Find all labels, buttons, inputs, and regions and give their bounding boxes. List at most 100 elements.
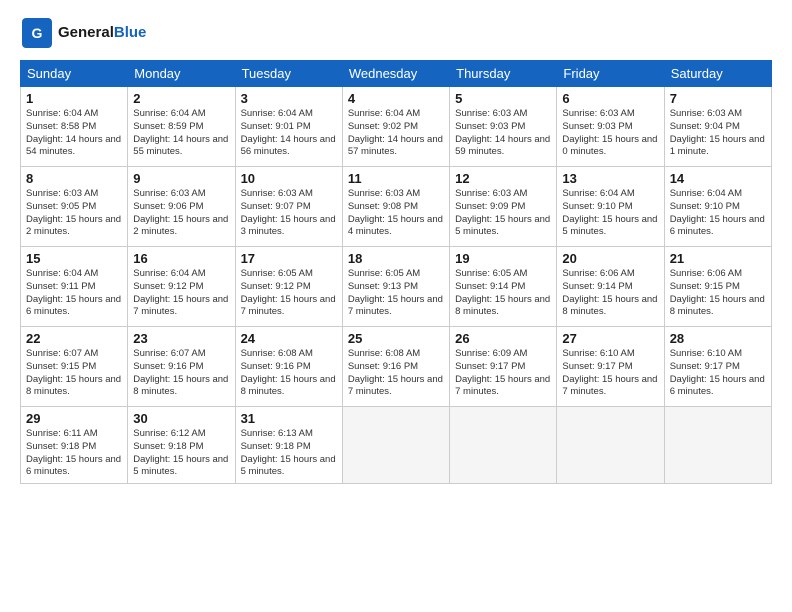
- calendar-cell: 20 Sunrise: 6:06 AMSunset: 9:14 PMDayligh…: [557, 247, 664, 327]
- day-info: Sunrise: 6:06 AMSunset: 9:15 PMDaylight:…: [670, 268, 766, 319]
- calendar-cell: 7 Sunrise: 6:03 AMSunset: 9:04 PMDaylight…: [664, 87, 771, 167]
- day-number: 23: [133, 331, 229, 346]
- week-row-0: 1 Sunrise: 6:04 AMSunset: 8:58 PMDaylight…: [21, 87, 772, 167]
- calendar-cell: 31Sunrise: 6:13 AMSunset: 9:18 PMDayligh…: [235, 407, 342, 484]
- logo-icon: G: [20, 16, 54, 50]
- calendar-cell: 12 Sunrise: 6:03 AMSunset: 9:09 PMDayligh…: [450, 167, 557, 247]
- day-info: Sunrise: 6:04 AMSunset: 8:58 PMDaylight:…: [26, 108, 122, 159]
- calendar-cell: 30 Sunrise: 6:12 AMSunset: 9:18 PMDayligh…: [128, 407, 235, 484]
- day-number: 9: [133, 171, 229, 186]
- day-number: 3: [241, 91, 337, 106]
- day-number: 10: [241, 171, 337, 186]
- calendar-cell: 22Sunrise: 6:07 AMSunset: 9:15 PMDayligh…: [21, 327, 128, 407]
- day-number: 12: [455, 171, 551, 186]
- day-number: 15: [26, 251, 122, 266]
- day-info: Sunrise: 6:10 AMSunset: 9:17 PMDaylight:…: [670, 348, 766, 399]
- calendar-cell: 23 Sunrise: 6:07 AMSunset: 9:16 PMDayligh…: [128, 327, 235, 407]
- day-info: Sunrise: 6:04 AMSunset: 9:12 PMDaylight:…: [133, 268, 229, 319]
- day-info: Sunrise: 6:03 AMSunset: 9:03 PMDaylight:…: [562, 108, 658, 159]
- day-info: Sunrise: 6:04 AMSunset: 9:10 PMDaylight:…: [670, 188, 766, 239]
- day-info: Sunrise: 6:03 AMSunset: 9:08 PMDaylight:…: [348, 188, 444, 239]
- calendar-cell: [664, 407, 771, 484]
- calendar-cell: 15 Sunrise: 6:04 AMSunset: 9:11 PMDayligh…: [21, 247, 128, 327]
- week-row-3: 22Sunrise: 6:07 AMSunset: 9:15 PMDayligh…: [21, 327, 772, 407]
- day-info: Sunrise: 6:04 AMSunset: 9:02 PMDaylight:…: [348, 108, 444, 159]
- day-info: Sunrise: 6:03 AMSunset: 9:06 PMDaylight:…: [133, 188, 229, 239]
- day-number: 13: [562, 171, 658, 186]
- day-info: Sunrise: 6:03 AMSunset: 9:04 PMDaylight:…: [670, 108, 766, 159]
- day-number: 19: [455, 251, 551, 266]
- calendar-cell: [557, 407, 664, 484]
- day-info: Sunrise: 6:06 AMSunset: 9:14 PMDaylight:…: [562, 268, 658, 319]
- calendar-cell: 8 Sunrise: 6:03 AMSunset: 9:05 PMDaylight…: [21, 167, 128, 247]
- day-info: Sunrise: 6:03 AMSunset: 9:05 PMDaylight:…: [26, 188, 122, 239]
- calendar-cell: 24 Sunrise: 6:08 AMSunset: 9:16 PMDayligh…: [235, 327, 342, 407]
- day-number: 29: [26, 411, 122, 426]
- day-info: Sunrise: 6:03 AMSunset: 9:09 PMDaylight:…: [455, 188, 551, 239]
- week-row-1: 8 Sunrise: 6:03 AMSunset: 9:05 PMDaylight…: [21, 167, 772, 247]
- day-info: Sunrise: 6:04 AMSunset: 9:11 PMDaylight:…: [26, 268, 122, 319]
- day-number: 25: [348, 331, 444, 346]
- logo-general: General: [58, 24, 114, 41]
- page: G GeneralBlue Blue SundayMondayTuesdayWe…: [0, 0, 792, 612]
- calendar-cell: 27 Sunrise: 6:10 AMSunset: 9:17 PMDayligh…: [557, 327, 664, 407]
- day-info: Sunrise: 6:04 AMSunset: 9:10 PMDaylight:…: [562, 188, 658, 239]
- day-info: Sunrise: 6:12 AMSunset: 9:18 PMDaylight:…: [133, 428, 229, 479]
- day-info: Sunrise: 6:04 AMSunset: 8:59 PMDaylight:…: [133, 108, 229, 159]
- day-info: Sunrise: 6:05 AMSunset: 9:14 PMDaylight:…: [455, 268, 551, 319]
- day-number: 11: [348, 171, 444, 186]
- calendar-cell: 1 Sunrise: 6:04 AMSunset: 8:58 PMDaylight…: [21, 87, 128, 167]
- calendar-header-row: SundayMondayTuesdayWednesdayThursdayFrid…: [21, 61, 772, 87]
- calendar-cell: 13 Sunrise: 6:04 AMSunset: 9:10 PMDayligh…: [557, 167, 664, 247]
- day-header-saturday: Saturday: [664, 61, 771, 87]
- day-number: 8: [26, 171, 122, 186]
- day-info: Sunrise: 6:03 AMSunset: 9:07 PMDaylight:…: [241, 188, 337, 239]
- day-number: 27: [562, 331, 658, 346]
- calendar-cell: 28 Sunrise: 6:10 AMSunset: 9:17 PMDayligh…: [664, 327, 771, 407]
- day-number: 16: [133, 251, 229, 266]
- day-header-thursday: Thursday: [450, 61, 557, 87]
- day-info: Sunrise: 6:05 AMSunset: 9:12 PMDaylight:…: [241, 268, 337, 319]
- calendar-cell: 21 Sunrise: 6:06 AMSunset: 9:15 PMDayligh…: [664, 247, 771, 327]
- calendar-cell: 10 Sunrise: 6:03 AMSunset: 9:07 PMDayligh…: [235, 167, 342, 247]
- day-number: 4: [348, 91, 444, 106]
- calendar-cell: 6Sunrise: 6:03 AMSunset: 9:03 PMDaylight…: [557, 87, 664, 167]
- day-number: 14: [670, 171, 766, 186]
- week-row-2: 15 Sunrise: 6:04 AMSunset: 9:11 PMDayligh…: [21, 247, 772, 327]
- logo: G GeneralBlue Blue: [20, 16, 146, 50]
- day-info: Sunrise: 6:11 AMSunset: 9:18 PMDaylight:…: [26, 428, 122, 479]
- day-number: 18: [348, 251, 444, 266]
- day-header-wednesday: Wednesday: [342, 61, 449, 87]
- day-info: Sunrise: 6:08 AMSunset: 9:16 PMDaylight:…: [348, 348, 444, 399]
- day-number: 26: [455, 331, 551, 346]
- day-header-tuesday: Tuesday: [235, 61, 342, 87]
- calendar-table: SundayMondayTuesdayWednesdayThursdayFrid…: [20, 60, 772, 484]
- day-info: Sunrise: 6:03 AMSunset: 9:03 PMDaylight:…: [455, 108, 551, 159]
- calendar-cell: 14 Sunrise: 6:04 AMSunset: 9:10 PMDayligh…: [664, 167, 771, 247]
- calendar-cell: 17Sunrise: 6:05 AMSunset: 9:12 PMDayligh…: [235, 247, 342, 327]
- day-info: Sunrise: 6:10 AMSunset: 9:17 PMDaylight:…: [562, 348, 658, 399]
- day-number: 7: [670, 91, 766, 106]
- calendar-cell: 16 Sunrise: 6:04 AMSunset: 9:12 PMDayligh…: [128, 247, 235, 327]
- day-number: 31: [241, 411, 337, 426]
- day-header-monday: Monday: [128, 61, 235, 87]
- calendar-cell: 11 Sunrise: 6:03 AMSunset: 9:08 PMDayligh…: [342, 167, 449, 247]
- day-info: Sunrise: 6:07 AMSunset: 9:16 PMDaylight:…: [133, 348, 229, 399]
- day-info: Sunrise: 6:08 AMSunset: 9:16 PMDaylight:…: [241, 348, 337, 399]
- day-header-sunday: Sunday: [21, 61, 128, 87]
- day-info: Sunrise: 6:05 AMSunset: 9:13 PMDaylight:…: [348, 268, 444, 319]
- day-info: Sunrise: 6:04 AMSunset: 9:01 PMDaylight:…: [241, 108, 337, 159]
- day-number: 21: [670, 251, 766, 266]
- calendar-cell: 9 Sunrise: 6:03 AMSunset: 9:06 PMDaylight…: [128, 167, 235, 247]
- day-number: 20: [562, 251, 658, 266]
- day-number: 1: [26, 91, 122, 106]
- calendar-cell: 2 Sunrise: 6:04 AMSunset: 8:59 PMDaylight…: [128, 87, 235, 167]
- day-number: 28: [670, 331, 766, 346]
- calendar-cell: 4 Sunrise: 6:04 AMSunset: 9:02 PMDaylight…: [342, 87, 449, 167]
- day-header-friday: Friday: [557, 61, 664, 87]
- logo-blue: Blue: [114, 24, 147, 41]
- day-number: 30: [133, 411, 229, 426]
- calendar-cell: [342, 407, 449, 484]
- day-number: 24: [241, 331, 337, 346]
- day-number: 2: [133, 91, 229, 106]
